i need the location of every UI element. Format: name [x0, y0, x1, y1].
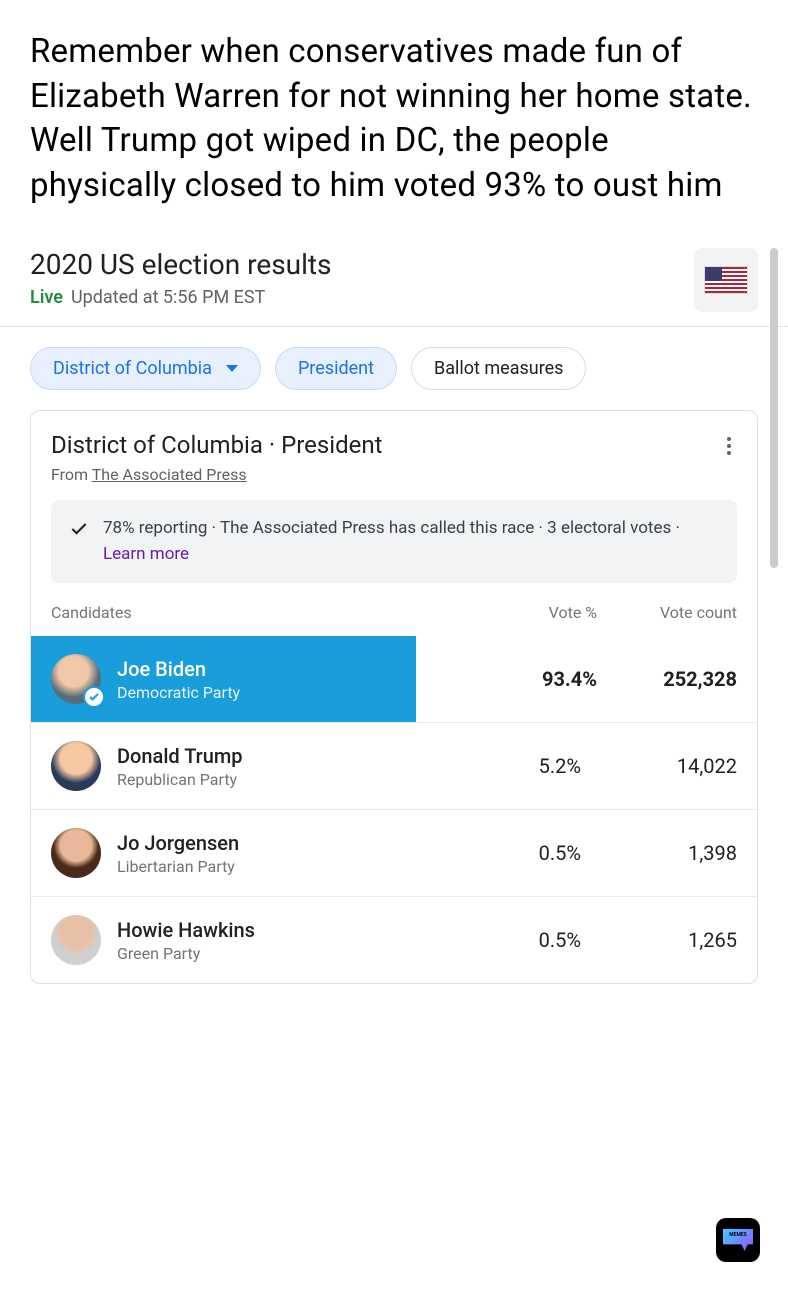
- live-badge: Live: [30, 287, 63, 308]
- col-vote-count: Vote count: [597, 603, 737, 622]
- candidate-party: Libertarian Party: [117, 857, 455, 876]
- vote-pct: 5.2%: [471, 754, 581, 778]
- col-candidates: Candidates: [51, 603, 487, 622]
- ballot-chip-label: Ballot measures: [434, 358, 563, 379]
- source-prefix: From: [51, 465, 92, 484]
- office-chip-label: President: [298, 358, 374, 379]
- candidate-party: Green Party: [117, 944, 455, 963]
- candidate-name: Jo Jorgensen: [117, 831, 455, 855]
- vote-count: 14,022: [597, 754, 737, 778]
- vote-count: 1,398: [597, 841, 737, 865]
- candidate-row: Howie Hawkins Green Party 0.5% 1,265: [31, 896, 757, 983]
- status-text: 78% reporting · The Associated Press has…: [103, 518, 680, 538]
- vote-pct: 0.5%: [471, 928, 581, 952]
- avatar: [51, 828, 101, 878]
- scrollbar[interactable]: [770, 248, 778, 568]
- results-title: 2020 US election results: [30, 248, 332, 281]
- office-chip[interactable]: President: [275, 347, 397, 390]
- candidate-row: Joe Biden Democratic Party 93.4% 252,328: [31, 636, 757, 722]
- col-vote-pct: Vote %: [487, 603, 597, 622]
- candidate-row: Donald Trump Republican Party 5.2% 14,02…: [31, 722, 757, 809]
- post-commentary: Remember when conservatives made fun of …: [0, 0, 788, 248]
- candidate-party: Republican Party: [117, 770, 455, 789]
- check-icon: [69, 519, 89, 539]
- winner-check-icon: [83, 686, 105, 708]
- candidate-name: Joe Biden: [117, 657, 396, 681]
- updated-timestamp: Updated at 5:56 PM EST: [71, 287, 265, 308]
- ballot-chip[interactable]: Ballot measures: [411, 347, 586, 390]
- source-link[interactable]: The Associated Press: [92, 465, 247, 484]
- candidate-party: Democratic Party: [117, 683, 396, 702]
- more-menu-button[interactable]: [721, 431, 737, 461]
- race-status-box: 78% reporting · The Associated Press has…: [51, 500, 737, 583]
- avatar: [51, 654, 101, 704]
- region-chip[interactable]: District of Columbia: [30, 347, 261, 390]
- avatar: [51, 915, 101, 965]
- vote-pct: 0.5%: [471, 841, 581, 865]
- chevron-down-icon: [226, 365, 238, 372]
- flag-icon: [694, 248, 758, 312]
- card-title: District of Columbia · President: [51, 431, 382, 459]
- vote-count: 252,328: [597, 667, 737, 691]
- election-results-panel: 2020 US election results Live Updated at…: [0, 248, 788, 984]
- vote-count: 1,265: [597, 928, 737, 952]
- candidate-row: Jo Jorgensen Libertarian Party 0.5% 1,39…: [31, 809, 757, 896]
- filter-chips: District of Columbia President Ballot me…: [30, 327, 758, 410]
- learn-more-link[interactable]: Learn more: [103, 544, 189, 564]
- vote-pct: 93.4%: [487, 667, 597, 691]
- avatar: [51, 741, 101, 791]
- results-card: District of Columbia · President From Th…: [30, 410, 758, 984]
- candidate-name: Howie Hawkins: [117, 918, 455, 942]
- region-chip-label: District of Columbia: [53, 358, 212, 379]
- candidate-name: Donald Trump: [117, 744, 455, 768]
- memes-app-badge[interactable]: [716, 1218, 760, 1262]
